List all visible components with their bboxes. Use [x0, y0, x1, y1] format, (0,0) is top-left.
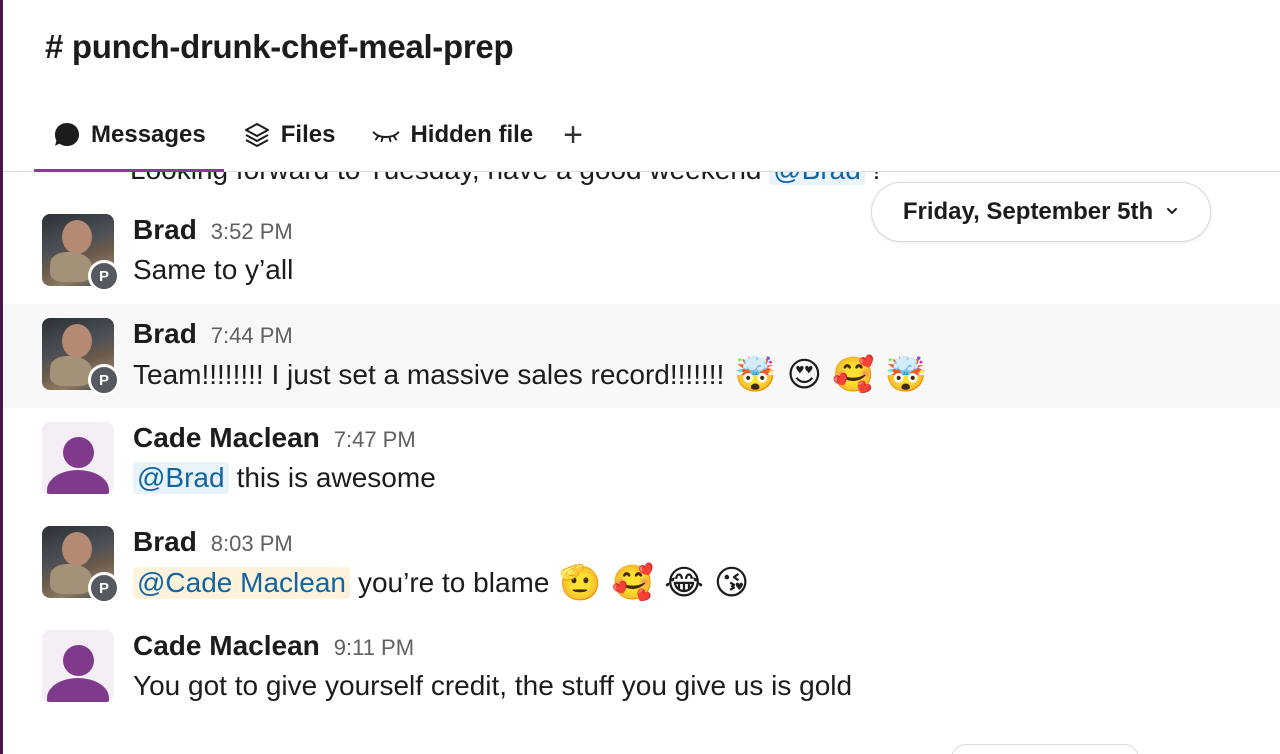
message-body: Same to y’all: [133, 254, 294, 285]
next-date-divider[interactable]: [951, 744, 1139, 754]
default-user-icon: [42, 422, 114, 494]
timestamp[interactable]: 3:52 PM: [211, 219, 293, 245]
message-meta: Brad 3:52 PM: [133, 214, 293, 246]
message-row[interactable]: Cade Maclean 9:11 PM You got to give you…: [3, 616, 1280, 720]
channel-window: # punch-drunk-chef-meal-prep Messages Fi…: [0, 0, 1280, 754]
message-meta: Cade Maclean 9:11 PM: [133, 630, 414, 662]
smiling-hearts-emoji: 🥰: [611, 563, 655, 603]
channel-tabs: Messages Files Hidden file +: [34, 112, 595, 172]
tab-messages[interactable]: Messages: [34, 112, 224, 172]
smiling-hearts-emoji: 🥰: [832, 355, 875, 395]
channel-title[interactable]: # punch-drunk-chef-meal-prep: [45, 28, 514, 66]
avatar[interactable]: P: [42, 318, 120, 396]
author-name[interactable]: Brad: [133, 214, 197, 246]
channel-header: # punch-drunk-chef-meal-prep Messages Fi…: [3, 0, 1280, 172]
tab-label: Hidden file: [410, 121, 534, 148]
kissing-heart-emoji: 😘: [713, 563, 750, 603]
plus-icon: +: [563, 115, 583, 154]
author-name[interactable]: Brad: [133, 318, 197, 350]
message-row[interactable]: P Brad 8:03 PM @Cade Maclean you’re to b…: [3, 512, 1280, 616]
message-meta: Cade Maclean 7:47 PM: [133, 422, 416, 454]
chevron-down-icon: [1165, 203, 1179, 221]
chat-bubble-icon: [52, 120, 82, 150]
message-row[interactable]: P Brad 7:44 PM Team!!!!!!!! I just set a…: [3, 304, 1280, 408]
message-body: Team!!!!!!!! I just set a massive sales …: [133, 359, 725, 390]
author-name[interactable]: Cade Maclean: [133, 630, 320, 662]
timestamp[interactable]: 7:47 PM: [334, 427, 416, 453]
exploding-head-emoji: 🤯: [884, 355, 927, 395]
avatar[interactable]: [42, 630, 114, 702]
timestamp[interactable]: 8:03 PM: [211, 531, 293, 557]
message-text: Same to y’all: [133, 254, 293, 286]
tab-files[interactable]: Files: [224, 112, 354, 158]
saluting-face-emoji: 🫡: [559, 563, 602, 603]
date-divider-button[interactable]: Friday, September 5th: [871, 182, 1211, 242]
tab-hidden-file[interactable]: Hidden file: [353, 112, 551, 158]
message-text: @Cade Maclean you’re to blame 🫡 🥰 😂 😘: [133, 566, 749, 600]
message-text: Team!!!!!!!! I just set a massive sales …: [133, 358, 927, 392]
message-meta: Brad 7:44 PM: [133, 318, 293, 350]
message-meta: Brad 8:03 PM: [133, 526, 293, 558]
user-mention[interactable]: @Brad: [133, 462, 229, 494]
timestamp[interactable]: 9:11 PM: [334, 635, 414, 661]
avatar[interactable]: [42, 422, 114, 494]
layers-icon: [242, 120, 272, 150]
date-label: Friday, September 5th: [902, 198, 1154, 225]
timestamp[interactable]: 7:44 PM: [211, 323, 293, 349]
add-tab-button[interactable]: +: [551, 112, 595, 158]
message-body: this is awesome: [236, 462, 436, 493]
message-row[interactable]: Cade Maclean 7:47 PM @Brad this is aweso…: [3, 408, 1280, 512]
status-badge: P: [88, 572, 120, 604]
message-body: You got to give yourself credit, the stu…: [133, 670, 853, 701]
exploding-head-emoji: 🤯: [734, 355, 777, 395]
user-mention[interactable]: @Cade Maclean: [133, 567, 350, 599]
message-body: you’re to blame: [357, 567, 550, 598]
closed-eye-icon: [371, 120, 401, 150]
tab-label: Messages: [91, 121, 206, 148]
message-text: @Brad this is awesome: [133, 462, 436, 494]
status-badge: P: [88, 260, 120, 292]
author-name[interactable]: Cade Maclean: [133, 422, 320, 454]
status-badge: P: [88, 364, 120, 396]
avatar[interactable]: P: [42, 526, 120, 604]
heart-eyes-emoji: 😍: [786, 355, 823, 395]
tab-label: Files: [280, 121, 336, 148]
message-text: You got to give yourself credit, the stu…: [133, 670, 852, 702]
avatar[interactable]: P: [42, 214, 120, 292]
default-user-icon: [42, 630, 114, 702]
tears-of-joy-emoji: 😂: [664, 563, 704, 603]
author-name[interactable]: Brad: [133, 526, 197, 558]
